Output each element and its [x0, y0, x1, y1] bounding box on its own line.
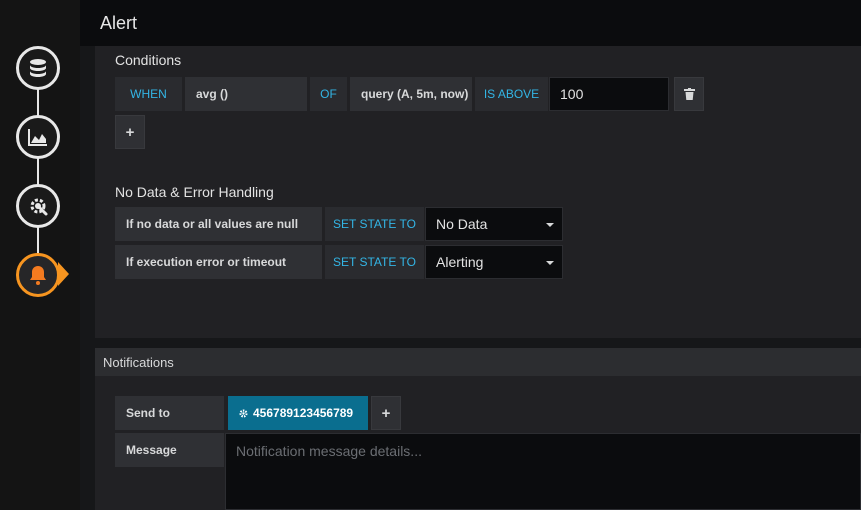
notifications-title: Notifications — [103, 355, 174, 370]
trash-icon — [683, 88, 695, 100]
no-data-row-label: If no data or all values are null — [115, 207, 322, 241]
page-title: Alert — [100, 13, 138, 33]
send-to-label: Send to — [115, 396, 224, 430]
conditions-title: Conditions — [115, 52, 182, 68]
page-header: Alert — [80, 0, 861, 46]
active-step-arrow — [58, 262, 69, 286]
bell-icon — [30, 266, 46, 285]
step-visualization[interactable] — [16, 115, 60, 159]
error-row-label: If execution error or timeout — [115, 245, 322, 279]
step-alert[interactable] — [16, 253, 60, 297]
chevron-down-icon — [546, 261, 554, 265]
chevron-down-icon — [546, 223, 554, 227]
gear-icon — [239, 408, 248, 418]
message-label: Message — [115, 433, 224, 467]
error-state-value: Alerting — [436, 254, 484, 270]
no-data-state-value: No Data — [436, 216, 488, 232]
evaluator-select[interactable]: IS ABOVE — [475, 77, 548, 111]
step-connector — [37, 70, 39, 270]
query-select[interactable]: query (A, 5m, now) — [350, 77, 472, 111]
step-general[interactable] — [16, 184, 60, 228]
set-state-keyword: SET STATE TO — [325, 207, 424, 241]
step-queries[interactable] — [16, 46, 60, 90]
no-data-title: No Data & Error Handling — [115, 184, 274, 200]
notification-channel-tag[interactable]: 456789123456789 — [228, 396, 368, 430]
when-keyword: WHEN — [115, 77, 182, 111]
chart-area-icon — [28, 129, 47, 146]
alert-editor: Alert Conditions WHEN avg () OF query (A… — [0, 0, 861, 510]
gear-wrench-icon — [30, 198, 48, 216]
add-condition-button[interactable]: + — [115, 115, 145, 149]
set-state-keyword: SET STATE TO — [325, 245, 424, 279]
notifications-header: Notifications — [95, 348, 861, 376]
message-textarea[interactable]: Notification message details... — [225, 433, 861, 510]
threshold-input[interactable]: 100 — [549, 77, 669, 111]
error-state-select[interactable]: Alerting — [425, 245, 563, 279]
step-rail — [0, 0, 80, 510]
of-keyword: OF — [310, 77, 347, 111]
delete-condition-button[interactable] — [674, 77, 704, 111]
notification-channel-name: 456789123456789 — [253, 406, 354, 420]
no-data-state-select[interactable]: No Data — [425, 207, 563, 241]
database-icon — [30, 59, 46, 77]
add-notification-button[interactable]: + — [371, 396, 401, 430]
reducer-select[interactable]: avg () — [185, 77, 307, 111]
